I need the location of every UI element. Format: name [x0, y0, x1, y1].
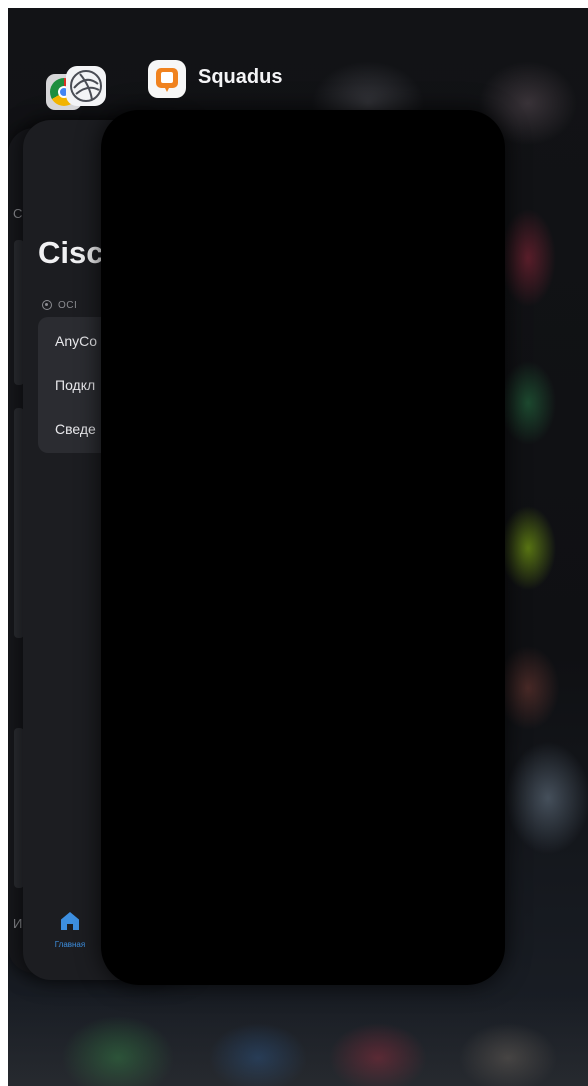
squadus-app-label: Squadus [198, 66, 283, 88]
cisco-page-title: Cisc [38, 235, 104, 270]
status-icon [42, 300, 52, 310]
cisco-anyconnect-app-icon[interactable] [66, 66, 106, 106]
list-item: Подкл [55, 377, 96, 393]
tab-home: Главная [45, 910, 95, 949]
app-card-squadus[interactable] [101, 110, 505, 985]
cisco-section-label: осі [58, 300, 78, 311]
back-card-letter-top: С [13, 206, 23, 221]
list-item: Сведе [55, 421, 96, 437]
squadus-app-icon[interactable] [148, 60, 186, 98]
tab-home-label: Главная [54, 940, 86, 949]
back-card-letter-bottom: И [13, 916, 23, 931]
dock-blur [8, 996, 588, 1086]
list-item: AnyCo [55, 333, 98, 349]
home-icon [61, 912, 79, 930]
app-switcher-screen: С И Cisc осі AnyCo Подкл Сведе Главная [8, 8, 588, 1086]
